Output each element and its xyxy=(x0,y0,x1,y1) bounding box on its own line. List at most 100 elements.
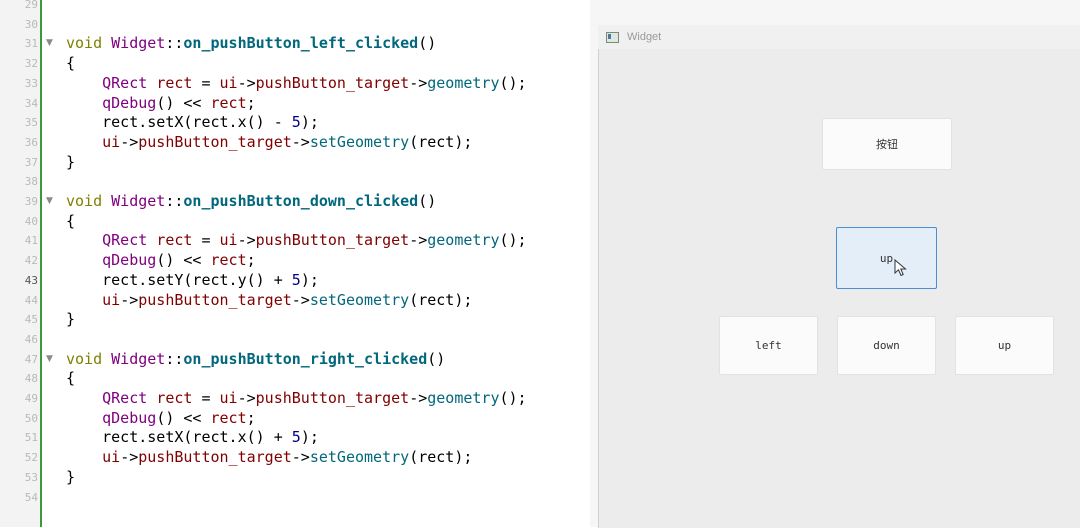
line-number: 41 xyxy=(24,234,38,248)
window-titlebar[interactable] xyxy=(598,25,1080,49)
code-token: qDebug xyxy=(102,408,157,427)
code-token: } xyxy=(66,467,76,486)
code-token: -> xyxy=(237,73,256,92)
line-number: 50 xyxy=(24,411,38,425)
fold-toggle-icon[interactable]: ▼ xyxy=(46,192,56,212)
code-line: rect.setX(rect.x() - 5); xyxy=(66,113,319,133)
code-token: QRect xyxy=(102,73,148,92)
code-line: { xyxy=(66,212,75,232)
code-token: :: xyxy=(165,192,184,210)
code-token: ); xyxy=(300,428,319,447)
code-token: on_pushButton_down_clicked xyxy=(183,192,419,210)
code-token: rect xyxy=(210,251,247,270)
code-token: pushButton_target xyxy=(255,73,410,92)
left-button[interactable]: left xyxy=(719,316,818,375)
code-token: () << xyxy=(156,251,211,270)
up-button[interactable]: up xyxy=(836,227,937,289)
line-number: 48 xyxy=(24,372,38,386)
fold-toggle-icon[interactable]: ▼ xyxy=(46,34,56,54)
code-line: } xyxy=(66,310,75,330)
line-number: 40 xyxy=(24,214,38,228)
code-token: ; xyxy=(246,93,256,112)
code-token: () xyxy=(418,192,437,210)
code-token: geometry xyxy=(427,231,500,250)
target-button[interactable]: 按钮 xyxy=(822,118,952,170)
code-token: on_pushButton_right_clicked xyxy=(183,349,428,368)
code-token: -> xyxy=(120,290,139,309)
code-line: ui->pushButton_target->setGeometry(rect)… xyxy=(66,133,472,153)
code-line: void Widget::on_pushButton_down_clicked(… xyxy=(66,192,436,212)
code-token: geometry xyxy=(427,73,500,92)
fold-toggle-icon[interactable]: ▼ xyxy=(46,350,56,370)
code-token: ); xyxy=(300,270,319,289)
code-token: () xyxy=(418,34,437,53)
code-token: -> xyxy=(291,290,310,309)
code-line: } xyxy=(66,153,75,173)
code-token: } xyxy=(66,310,76,329)
line-number: 39 xyxy=(24,195,38,208)
code-token: 5 xyxy=(291,428,301,447)
code-token: ui xyxy=(102,132,121,151)
line-number: 32 xyxy=(24,57,38,71)
code-token: rect xyxy=(156,73,193,92)
code-line: QRect rect = ui->pushButton_target->geom… xyxy=(66,231,526,251)
line-number: 34 xyxy=(24,96,38,110)
code-line: { xyxy=(66,369,75,389)
window-title: Widget xyxy=(627,31,662,43)
code-token: -> xyxy=(291,448,310,467)
code-token: (); xyxy=(499,73,527,92)
right-up-button[interactable]: up xyxy=(955,316,1054,375)
code-line: QRect rect = ui->pushButton_target->geom… xyxy=(66,73,527,94)
code-token: -> xyxy=(409,73,428,92)
code-line: rect.setX(rect.x() + 5); xyxy=(66,428,319,448)
code-token: -> xyxy=(409,231,428,250)
code-token: () << xyxy=(156,93,211,112)
code-token: :: xyxy=(165,349,184,368)
code-token: qDebug xyxy=(102,93,157,112)
code-token: rect.setY(rect.y() + xyxy=(66,270,292,289)
line-number: 42 xyxy=(24,254,38,268)
line-number: 31 xyxy=(24,37,38,51)
code-token: ui xyxy=(219,73,238,92)
widget-window-area: Widget xyxy=(590,0,1080,528)
line-number: 37 xyxy=(24,155,38,169)
down-button[interactable]: down xyxy=(837,316,936,375)
code-token: rect.setX(rect.x() + xyxy=(66,428,292,447)
code-token: (rect); xyxy=(409,448,473,467)
line-number: 43 xyxy=(24,273,38,287)
code-token: rect xyxy=(210,408,247,427)
line-number: 29 xyxy=(24,0,38,11)
code-editor[interactable]: 29 30 31 32 33 34 35 36 37 38 39 40 41 42 43 44 45 46 47 48… xyxy=(0,0,590,527)
line-number: 36 xyxy=(24,135,38,149)
code-token: geometry xyxy=(427,389,500,407)
code-line: QRect rect = ui->pushButton_target->geom… xyxy=(66,389,526,409)
line-number: 51 xyxy=(24,431,38,445)
line-number: 47 xyxy=(24,352,38,366)
line-number: 44 xyxy=(24,293,38,307)
line-number: 33 xyxy=(24,76,38,90)
code-token: { xyxy=(66,211,76,230)
code-token: rect xyxy=(156,231,193,250)
code-token: -> xyxy=(120,448,139,467)
code-token: void xyxy=(66,349,112,368)
code-token: ui xyxy=(102,290,121,309)
line-number: 49 xyxy=(24,392,38,405)
code-line: qDebug() << rect; xyxy=(66,251,256,271)
code-token: pushButton_target xyxy=(138,290,292,309)
code-token: pushButton_target xyxy=(255,231,410,250)
code-token: rect.setX(rect.x() - xyxy=(66,113,292,132)
code-token: ui xyxy=(219,389,238,407)
line-number: 38 xyxy=(24,175,38,189)
line-number: 53 xyxy=(24,470,38,484)
line-number: 54 xyxy=(24,490,38,504)
code-line: ui->pushButton_target->setGeometry(rect)… xyxy=(66,291,472,311)
